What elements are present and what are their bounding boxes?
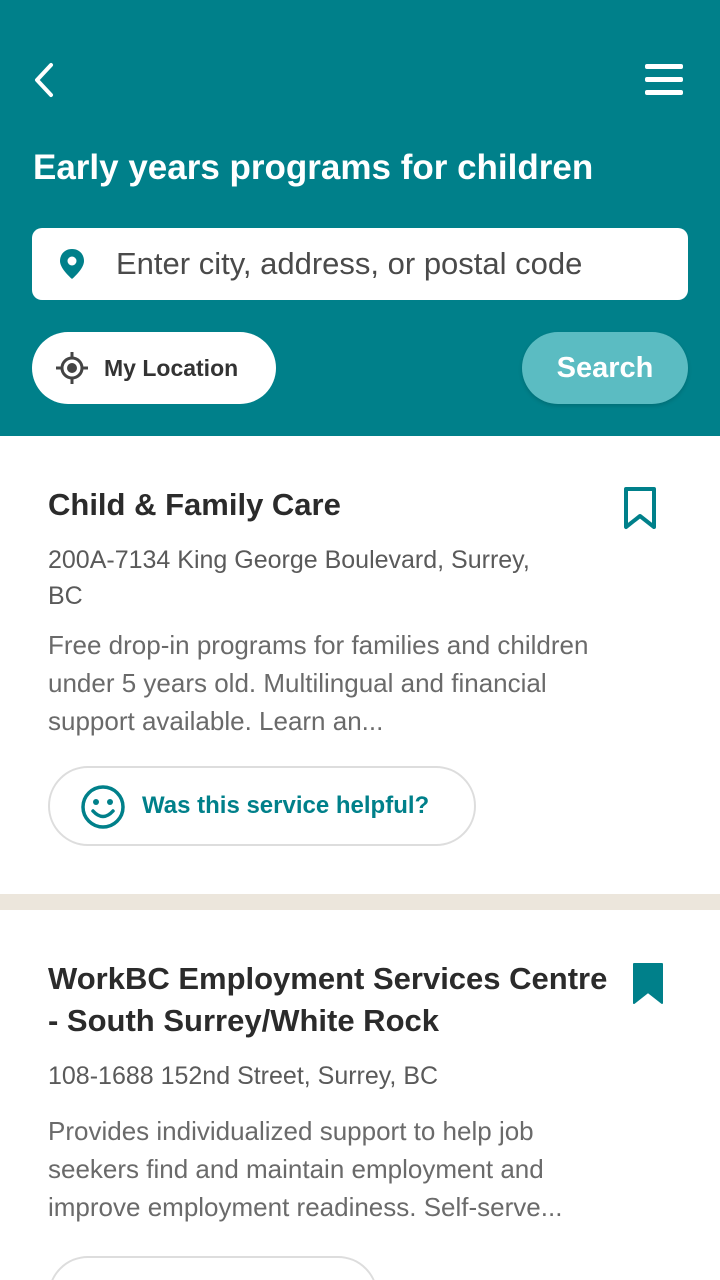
search-button[interactable]: Search: [522, 332, 688, 404]
back-button[interactable]: [24, 58, 64, 102]
result-title[interactable]: WorkBC Employment Services Centre - Sout…: [48, 958, 608, 1042]
service-helpful-button[interactable]: Was this service helpful?: [48, 766, 476, 846]
result-description: Provides individualized support to help …: [48, 1116, 563, 1222]
bookmark-icon[interactable]: [622, 486, 658, 530]
service-helpful-button[interactable]: [48, 1256, 378, 1280]
header: Early years programs for children My Loc…: [0, 0, 720, 436]
my-location-label: My Location: [104, 355, 239, 381]
card-divider: [0, 894, 720, 910]
menu-button[interactable]: [640, 58, 688, 102]
result-title[interactable]: Child & Family Care: [48, 484, 608, 526]
search-input[interactable]: [116, 228, 676, 300]
search-box[interactable]: [32, 228, 688, 300]
result-address: 200A-7134 King George Boulevard, Surrey,…: [48, 546, 530, 610]
my-location-button[interactable]: My Location: [32, 332, 276, 404]
smiley-face-icon: [81, 785, 125, 829]
result-address: 108-1688 152nd Street, Surrey, BC: [48, 1062, 439, 1090]
bookmark-filled-icon[interactable]: [630, 962, 666, 1006]
result-description: Free drop-in programs for families and c…: [48, 630, 589, 736]
result-card[interactable]: WorkBC Employment Services Centre - Sout…: [0, 910, 720, 1280]
service-helpful-label: Was this service helpful?: [142, 792, 430, 819]
location-pin-icon: [60, 249, 84, 279]
page-title: Early years programs for children: [33, 148, 594, 187]
back-arrow-icon: [35, 63, 53, 97]
hamburger-menu-icon: [645, 64, 683, 95]
crosshair-location-icon: [56, 352, 88, 384]
result-card[interactable]: Child & Family Care 200A-7134 King Georg…: [0, 436, 720, 894]
